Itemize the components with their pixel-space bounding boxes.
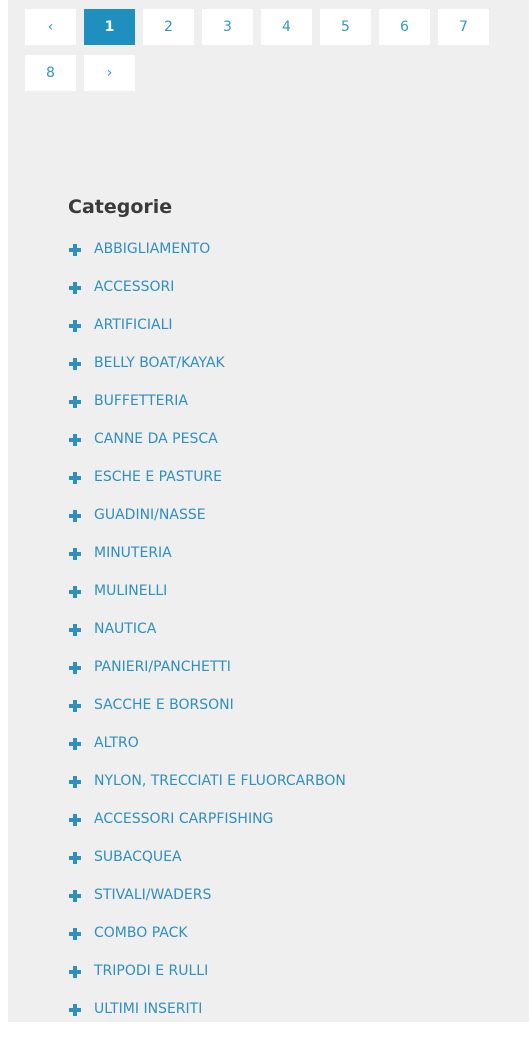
pagination-page-5[interactable]: 5 bbox=[320, 9, 371, 45]
category-list: ABBIGLIAMENTO ACCESSORI ARTIFICIALI BELL… bbox=[68, 239, 508, 1037]
pagination-page-2[interactable]: 2 bbox=[143, 9, 194, 45]
plus-icon bbox=[69, 434, 81, 446]
category-label: SACCHE E BORSONI bbox=[94, 697, 234, 713]
plus-icon bbox=[69, 358, 81, 370]
plus-icon bbox=[69, 890, 81, 902]
pagination-page-6[interactable]: 6 bbox=[379, 9, 430, 45]
plus-icon bbox=[69, 282, 81, 294]
plus-icon bbox=[69, 624, 81, 636]
plus-icon bbox=[69, 776, 81, 788]
category-label: GUADINI/NASSE bbox=[94, 507, 206, 523]
categories-heading: Categorie bbox=[68, 196, 173, 218]
category-label: MINUTERIA bbox=[94, 545, 172, 561]
pagination-prev-button[interactable]: ‹ bbox=[25, 9, 76, 45]
plus-icon bbox=[69, 662, 81, 674]
category-item[interactable]: COMBO PACK bbox=[68, 923, 508, 961]
pagination-page-4[interactable]: 4 bbox=[261, 9, 312, 45]
plus-icon bbox=[69, 738, 81, 750]
category-item[interactable]: ULTIMI INSERITI bbox=[68, 999, 508, 1037]
category-item[interactable]: BELLY BOAT/KAYAK bbox=[68, 353, 508, 391]
category-item[interactable]: ARTIFICIALI bbox=[68, 315, 508, 353]
category-label: BELLY BOAT/KAYAK bbox=[94, 355, 225, 371]
plus-icon bbox=[69, 966, 81, 978]
category-label: ARTIFICIALI bbox=[94, 317, 173, 333]
category-item[interactable]: BUFFETTERIA bbox=[68, 391, 508, 429]
plus-icon bbox=[69, 548, 81, 560]
category-item[interactable]: SUBACQUEA bbox=[68, 847, 508, 885]
category-label: ACCESSORI bbox=[94, 279, 175, 295]
category-label: PANIERI/PANCHETTI bbox=[94, 659, 231, 675]
category-label: MULINELLI bbox=[94, 583, 168, 599]
category-item[interactable]: MULINELLI bbox=[68, 581, 508, 619]
pagination-page-3[interactable]: 3 bbox=[202, 9, 253, 45]
category-item[interactable]: TRIPODI E RULLI bbox=[68, 961, 508, 999]
category-label: ACCESSORI CARPFISHING bbox=[94, 811, 274, 827]
category-label: ULTIMI INSERITI bbox=[94, 1001, 203, 1017]
category-label: STIVALI/WADERS bbox=[94, 887, 212, 903]
category-item[interactable]: CANNE DA PESCA bbox=[68, 429, 508, 467]
plus-icon bbox=[69, 814, 81, 826]
pagination-page-7[interactable]: 7 bbox=[438, 9, 489, 45]
category-item[interactable]: ACCESSORI bbox=[68, 277, 508, 315]
category-label: ALTRO bbox=[94, 735, 139, 751]
plus-icon bbox=[69, 320, 81, 332]
category-item[interactable]: ACCESSORI CARPFISHING bbox=[68, 809, 508, 847]
category-label: TRIPODI E RULLI bbox=[94, 963, 209, 979]
category-item[interactable]: GUADINI/NASSE bbox=[68, 505, 508, 543]
category-item[interactable]: ABBIGLIAMENTO bbox=[68, 239, 508, 277]
category-label: SUBACQUEA bbox=[94, 849, 182, 865]
plus-icon bbox=[69, 1004, 81, 1016]
category-label: BUFFETTERIA bbox=[94, 393, 188, 409]
pagination-page-1[interactable]: 1 bbox=[84, 9, 135, 45]
category-label: CANNE DA PESCA bbox=[94, 431, 218, 447]
plus-icon bbox=[69, 396, 81, 408]
category-label: ESCHE E PASTURE bbox=[94, 469, 223, 485]
category-item[interactable]: MINUTERIA bbox=[68, 543, 508, 581]
pagination-page-8[interactable]: 8 bbox=[25, 55, 76, 91]
category-item[interactable]: ESCHE E PASTURE bbox=[68, 467, 508, 505]
category-label: COMBO PACK bbox=[94, 925, 188, 941]
category-label: NYLON, TRECCIATI E FLUORCARBON bbox=[94, 773, 346, 789]
pagination-next-button[interactable]: › bbox=[84, 55, 135, 91]
category-item[interactable]: STIVALI/WADERS bbox=[68, 885, 508, 923]
plus-icon bbox=[69, 700, 81, 712]
plus-icon bbox=[69, 852, 81, 864]
category-item[interactable]: ALTRO bbox=[68, 733, 508, 771]
plus-icon bbox=[69, 586, 81, 598]
plus-icon bbox=[69, 928, 81, 940]
category-item[interactable]: PANIERI/PANCHETTI bbox=[68, 657, 508, 695]
category-item[interactable]: SACCHE E BORSONI bbox=[68, 695, 508, 733]
category-label: NAUTICA bbox=[94, 621, 157, 637]
plus-icon bbox=[69, 244, 81, 256]
category-item[interactable]: NAUTICA bbox=[68, 619, 508, 657]
category-item[interactable]: NYLON, TRECCIATI E FLUORCARBON bbox=[68, 771, 508, 809]
category-label: ABBIGLIAMENTO bbox=[94, 241, 211, 257]
plus-icon bbox=[69, 510, 81, 522]
plus-icon bbox=[69, 472, 81, 484]
